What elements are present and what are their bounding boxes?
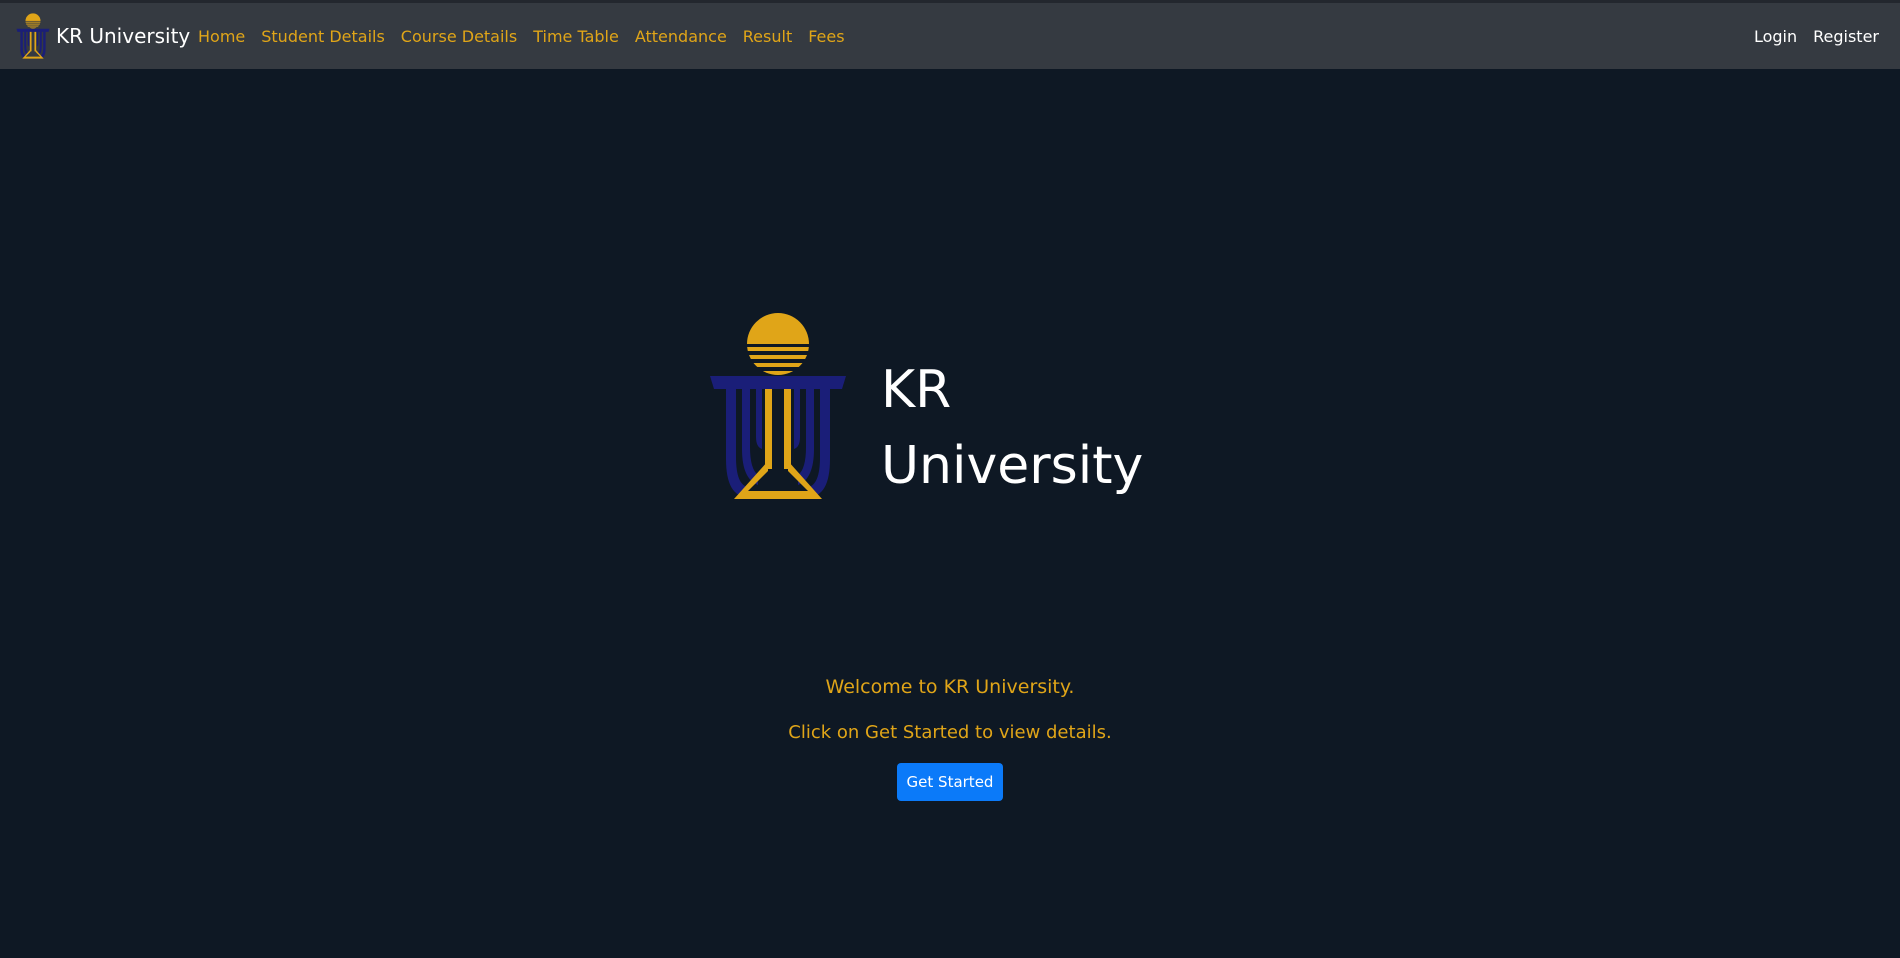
navbar-brand[interactable]: KR University	[16, 11, 190, 61]
nav-link-attendance[interactable]: Attendance	[635, 27, 727, 46]
register-link[interactable]: Register	[1813, 27, 1879, 46]
welcome-subtext: Click on Get Started to view details.	[788, 722, 1112, 743]
nav-link-result[interactable]: Result	[743, 27, 792, 46]
navbar: KR University Home Student Details Cours…	[0, 3, 1900, 69]
get-started-button[interactable]: Get Started	[897, 763, 1003, 801]
nav-link-time-table[interactable]: Time Table	[533, 27, 619, 46]
main-nav: Home Student Details Course Details Time…	[198, 3, 861, 69]
welcome-heading: Welcome to KR University.	[825, 676, 1075, 698]
nav-link-student-details[interactable]: Student Details	[261, 27, 385, 46]
nav-link-fees[interactable]: Fees	[808, 27, 844, 46]
hero-title-line-2: University	[881, 436, 1144, 496]
university-crest-logo-icon	[16, 13, 50, 59]
university-crest-logo-icon	[710, 313, 846, 499]
hero-title: KR University	[881, 352, 1143, 504]
nav-link-course-details[interactable]: Course Details	[401, 27, 517, 46]
navbar-brand-name: KR University	[56, 24, 191, 48]
hero-title-line-1: KR	[881, 360, 952, 420]
nav-link-home[interactable]: Home	[198, 27, 245, 46]
auth-nav: Login Register	[1738, 3, 1879, 69]
login-link[interactable]: Login	[1754, 27, 1797, 46]
